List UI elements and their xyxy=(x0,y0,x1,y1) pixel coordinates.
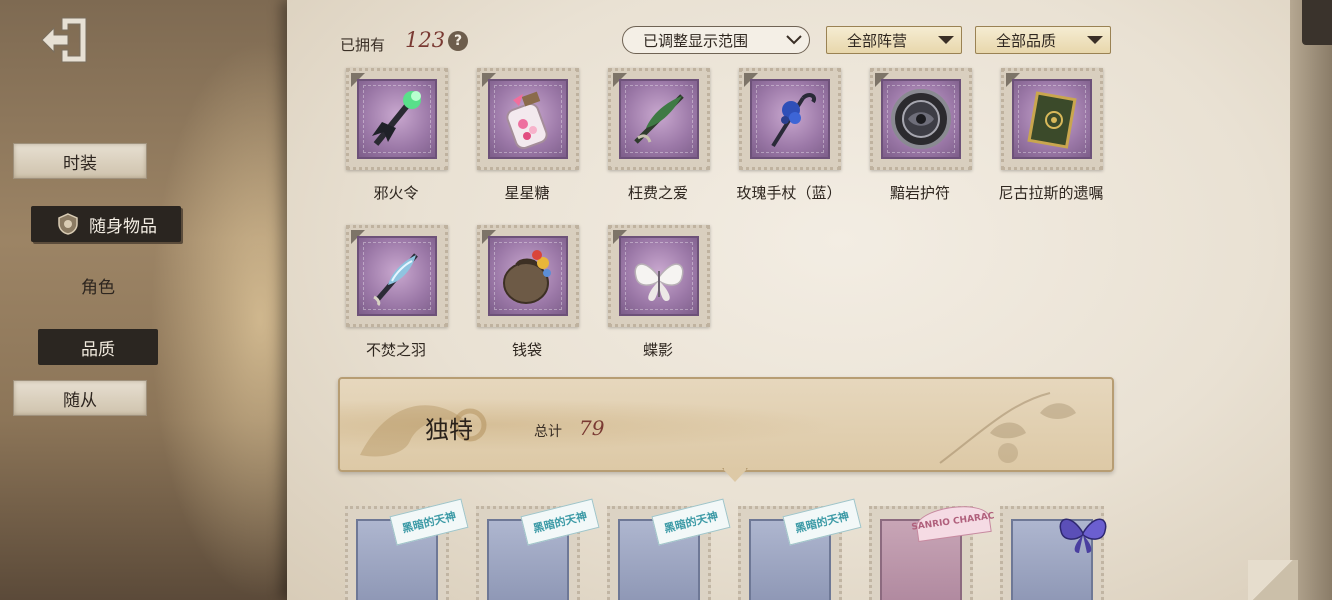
floral-ornament-icon xyxy=(939,392,1076,464)
stamp-frame xyxy=(739,68,841,170)
faction-dropdown[interactable]: 全部阵营 xyxy=(826,26,962,54)
nav-follower[interactable]: 随从 xyxy=(13,380,147,416)
item-name: 玫瑰手杖（蓝） xyxy=(736,184,842,202)
item-name: 黯岩护符 xyxy=(889,184,950,202)
owned-label: 已拥有 xyxy=(340,36,386,54)
money-bag-icon xyxy=(503,250,551,304)
exit-icon[interactable] xyxy=(38,12,94,68)
white-butterfly-icon xyxy=(634,263,684,301)
candy-jar-icon xyxy=(506,91,548,150)
nav-costume-label: 时装 xyxy=(63,153,97,174)
stamp-frame xyxy=(346,225,448,327)
dark-scepter-icon xyxy=(372,91,421,146)
blue-rose-cane-icon xyxy=(771,93,816,148)
bottom-item-card[interactable]: 黑暗的天神 xyxy=(345,498,469,600)
nav-accessories[interactable]: 随身物品 xyxy=(31,206,181,242)
page-fold xyxy=(1248,560,1298,600)
nav-follower-label: 随从 xyxy=(63,390,97,411)
item-card[interactable]: 钱袋 xyxy=(473,225,581,371)
dark-stone-amulet-icon xyxy=(891,89,951,149)
item-card[interactable]: 星星糖 xyxy=(473,68,581,214)
item-card[interactable]: 玫瑰手杖（蓝） xyxy=(735,68,843,214)
section-total-label: 总计 xyxy=(534,424,562,440)
leaf-sword-icon xyxy=(634,94,684,144)
item-card[interactable]: 不焚之羽 xyxy=(342,225,450,371)
chevron-down-icon xyxy=(931,27,961,53)
nav-character-label: 角色 xyxy=(81,277,115,298)
stamp-frame xyxy=(608,225,710,327)
nav-quality-label: 品质 xyxy=(81,339,115,360)
quality-dropdown-label: 全部品质 xyxy=(996,31,1057,50)
nav-character[interactable]: 角色 xyxy=(38,267,158,303)
item-card[interactable]: 蝶影 xyxy=(604,225,712,371)
nav-quality[interactable]: 品质 xyxy=(38,329,158,365)
help-icon[interactable]: ? xyxy=(448,31,468,51)
item-card[interactable]: 尼古拉斯的遗嘱 xyxy=(997,68,1105,214)
item-name: 蝶影 xyxy=(642,341,673,359)
chevron-down-icon xyxy=(779,27,809,53)
item-name: 星星糖 xyxy=(504,184,550,202)
bottom-item-card[interactable]: 黑暗的天神 xyxy=(738,498,862,600)
item-card[interactable]: 邪火令 xyxy=(342,68,450,214)
bottom-item-card[interactable]: 黑暗的天神 xyxy=(607,498,731,600)
item-name: 不焚之羽 xyxy=(365,341,426,359)
item-name: 钱袋 xyxy=(511,341,542,359)
item-card[interactable]: 黯岩护符 xyxy=(866,68,974,214)
stamp-frame xyxy=(477,68,579,170)
stamp-frame xyxy=(1001,68,1103,170)
blue-feather-blade-icon xyxy=(373,253,418,307)
green-book-icon xyxy=(1027,91,1077,149)
section-title: 独特 xyxy=(425,416,473,444)
range-dropdown[interactable]: 已调整显示范围 xyxy=(622,26,810,54)
owned-count: 123 xyxy=(405,28,446,52)
item-name: 枉费之爱 xyxy=(627,184,688,202)
shield-icon xyxy=(55,211,81,237)
right-paper-stack xyxy=(1290,0,1332,600)
nav-accessories-label: 随身物品 xyxy=(89,216,157,237)
stamp-frame xyxy=(346,68,448,170)
bottom-item-card[interactable]: 黑暗的天神 xyxy=(476,498,600,600)
stamp-frame xyxy=(477,225,579,327)
item-card[interactable]: 枉费之爱 xyxy=(604,68,712,214)
right-tab xyxy=(1302,0,1332,45)
butterfly-icon xyxy=(1059,518,1107,553)
item-name: 邪火令 xyxy=(373,184,419,202)
stamp-frame xyxy=(608,68,710,170)
bottom-item-card[interactable]: SANRIO CHARAC xyxy=(869,501,995,600)
range-dropdown-label: 已调整显示范围 xyxy=(643,31,749,50)
section-total-value: 79 xyxy=(579,416,605,440)
bottom-item-card[interactable] xyxy=(1000,506,1107,600)
faction-dropdown-label: 全部阵营 xyxy=(847,31,908,50)
nav-costume[interactable]: 时装 xyxy=(13,143,147,179)
quality-dropdown[interactable]: 全部品质 xyxy=(975,26,1111,54)
chevron-down-icon xyxy=(1080,27,1110,53)
stamp-frame xyxy=(870,68,972,170)
item-name: 尼古拉斯的遗嘱 xyxy=(998,184,1104,202)
